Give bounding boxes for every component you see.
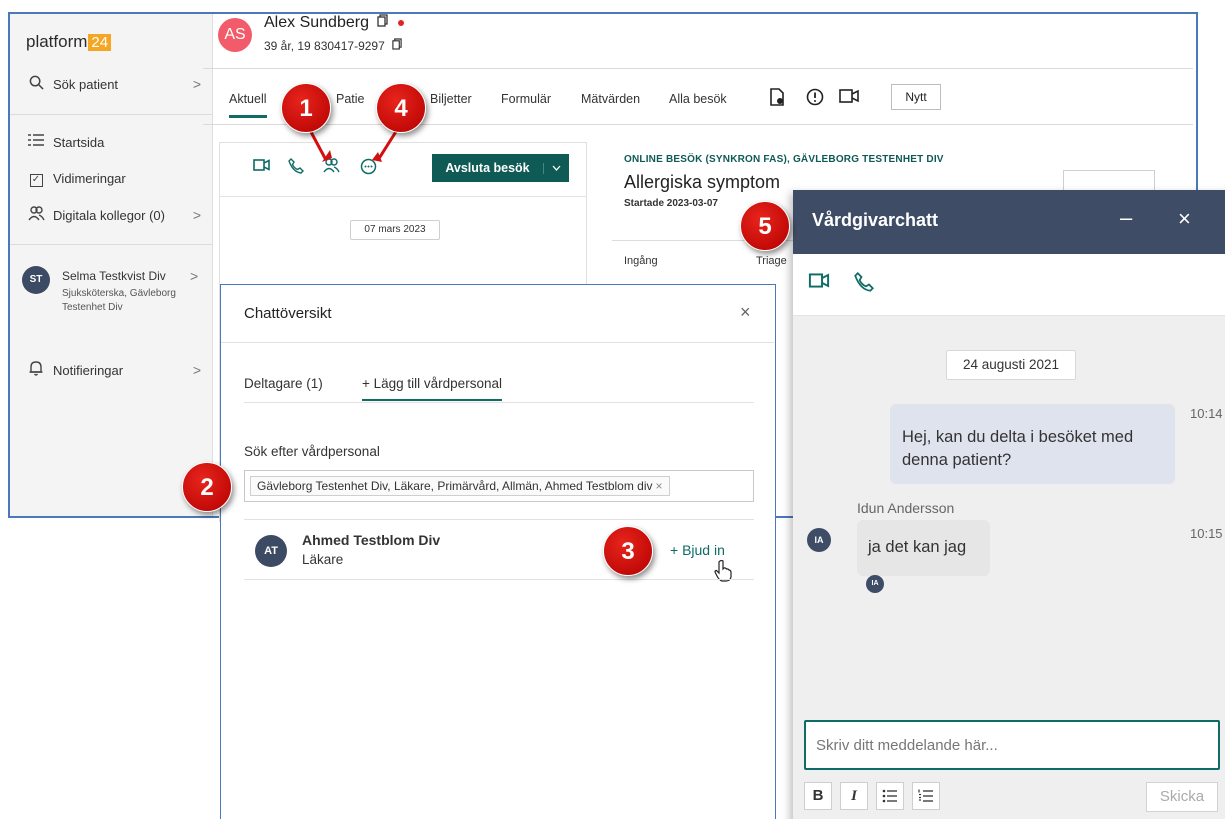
annotation-badge-2: 2 — [182, 462, 232, 512]
annotation-badge-5: 5 — [740, 201, 790, 251]
annotation-badge-4: 4 — [376, 83, 426, 133]
annotation-badge-3: 3 — [603, 526, 653, 576]
annotation-arrows — [309, 129, 399, 162]
annotation-badge-1: 1 — [281, 83, 331, 133]
